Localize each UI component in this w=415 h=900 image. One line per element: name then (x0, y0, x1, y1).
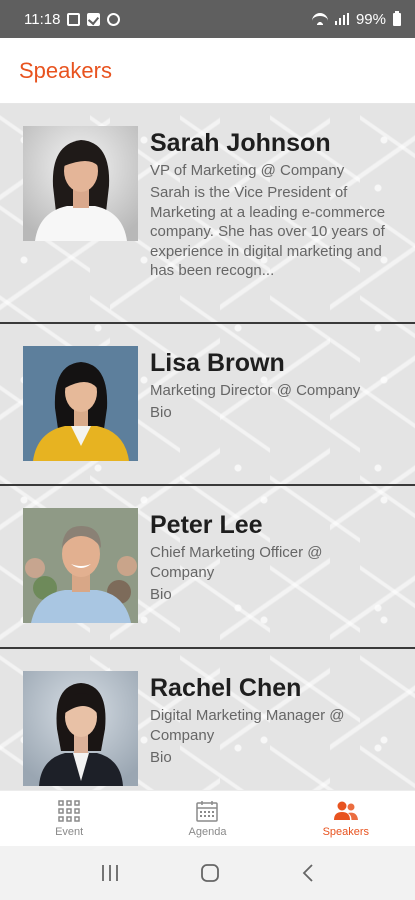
system-nav (0, 846, 415, 900)
speaker-card[interactable]: Rachel Chen Digital Marketing Manager @ … (0, 649, 415, 790)
speaker-name: Sarah Johnson (150, 129, 331, 157)
speaker-card[interactable]: Lisa Brown Marketing Director @ Company … (0, 324, 415, 486)
speaker-bio: Bio (150, 586, 172, 603)
speaker-name: Rachel Chen (150, 674, 302, 702)
speaker-card[interactable]: Sarah Johnson VP of Marketing @ Company … (0, 104, 415, 324)
check-icon (87, 12, 101, 26)
people-icon (333, 801, 358, 820)
recents-icon[interactable] (100, 864, 120, 882)
speaker-photo (23, 346, 138, 461)
signal-icon (334, 13, 349, 25)
calendar-icon (196, 800, 219, 822)
speaker-card[interactable]: Peter Lee Chief Marketing Officer @ Comp… (0, 486, 415, 649)
speaker-info: Peter Lee Chief Marketing Officer @ Comp… (150, 509, 390, 605)
status-time: 11:18 (24, 10, 61, 28)
nav-label: Event (55, 825, 84, 838)
speaker-bio: Bio (150, 749, 172, 766)
battery-icon (393, 10, 401, 26)
speaker-list[interactable]: Sarah Johnson VP of Marketing @ Company … (0, 104, 415, 790)
nav-item-event[interactable]: Event (0, 791, 138, 846)
wifi-icon (311, 13, 328, 25)
speaker-photo (23, 126, 138, 241)
nav-label: Speakers (322, 825, 370, 838)
speaker-name: Peter Lee (150, 511, 263, 539)
speaker-info: Sarah Johnson VP of Marketing @ Company … (150, 127, 390, 281)
home-icon[interactable] (200, 863, 220, 883)
speaker-bio: Sarah is the Vice President of Marketing… (150, 184, 386, 279)
image-icon (67, 12, 81, 26)
back-icon[interactable] (301, 863, 315, 883)
speaker-bio: Bio (150, 404, 172, 421)
bottom-nav: Event Agenda Speakers (0, 790, 415, 846)
status-bar: 11:18 99% (0, 0, 415, 38)
nav-item-agenda[interactable]: Agenda (138, 791, 276, 846)
nav-item-speakers[interactable]: Speakers (277, 791, 415, 846)
speaker-role: Marketing Director @ Company (150, 382, 361, 399)
speaker-photo (23, 671, 138, 786)
speaker-role: VP of Marketing @ Company (150, 162, 345, 179)
speaker-info: Rachel Chen Digital Marketing Manager @ … (150, 672, 390, 768)
page-title: Speakers (19, 57, 112, 83)
speaker-info: Lisa Brown Marketing Director @ Company … (150, 347, 390, 423)
app-header: Speakers (0, 38, 415, 104)
nav-label: Agenda (188, 825, 227, 838)
speaker-role: Digital Marketing Manager @ Company (150, 707, 345, 744)
grid-icon (58, 799, 80, 822)
circle-icon (107, 12, 121, 26)
speaker-photo (23, 508, 138, 623)
speaker-role: Chief Marketing Officer @ Company (150, 544, 323, 581)
speaker-name: Lisa Brown (150, 349, 285, 377)
battery-percent: 99% (355, 10, 386, 28)
